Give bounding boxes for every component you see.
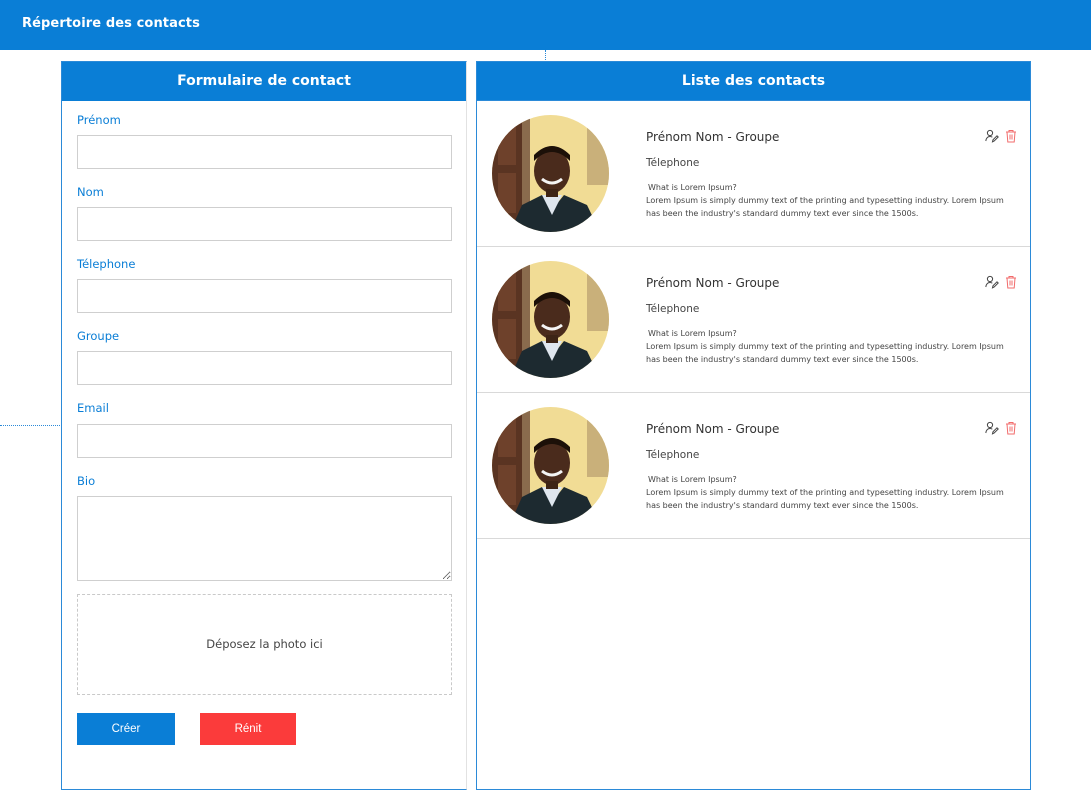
photo-dropzone[interactable]: Déposez la photo ici: [77, 594, 452, 695]
contact-bio-question: What is Lorem Ipsum?: [648, 329, 737, 338]
contact-card: Prénom Nom - Groupe Télephone What is Lo…: [477, 101, 1030, 247]
contact-form-panel: Formulaire de contact Prénom Nom Télepho…: [61, 61, 467, 790]
firstname-label: Prénom: [77, 113, 121, 127]
group-input[interactable]: [77, 351, 452, 385]
top-bar: Répertoire des contacts: [0, 0, 1091, 50]
contact-title: Prénom Nom - Groupe: [646, 276, 780, 290]
contact-phone: Télephone: [646, 449, 700, 461]
reset-button[interactable]: Rénit: [200, 713, 296, 745]
contact-bio: What is Lorem Ipsum? Lorem Ipsum is simp…: [646, 473, 1006, 512]
contact-bio-text: Lorem Ipsum is simply dummy text of the …: [646, 196, 1004, 218]
app-title: Répertoire des contacts: [22, 16, 200, 31]
email-label: Email: [77, 401, 109, 415]
contact-phone: Télephone: [646, 157, 700, 169]
avatar-photo: [492, 261, 609, 378]
avatar: [492, 407, 609, 524]
contact-card: Prénom Nom - Groupe Télephone What is Lo…: [477, 393, 1030, 539]
trash-icon[interactable]: [1005, 129, 1017, 143]
contact-phone: Télephone: [646, 303, 700, 315]
phone-input[interactable]: [77, 279, 452, 313]
trash-icon[interactable]: [1005, 421, 1017, 435]
avatar: [492, 115, 609, 232]
firstname-input[interactable]: [77, 135, 452, 169]
email-input[interactable]: [77, 424, 452, 458]
contact-bio-text: Lorem Ipsum is simply dummy text of the …: [646, 488, 1004, 510]
lastname-input[interactable]: [77, 207, 452, 241]
avatar: [492, 261, 609, 378]
contact-bio-question: What is Lorem Ipsum?: [648, 475, 737, 484]
edit-user-icon[interactable]: [985, 275, 999, 289]
edit-user-icon[interactable]: [985, 421, 999, 435]
contact-bio-text: Lorem Ipsum is simply dummy text of the …: [646, 342, 1004, 364]
trash-icon[interactable]: [1005, 275, 1017, 289]
contact-card: Prénom Nom - Groupe Télephone What is Lo…: [477, 247, 1030, 393]
list-header: Liste des contacts: [477, 62, 1030, 101]
contact-list-panel: Liste des contacts Prénom Nom - Groupe T…: [476, 61, 1031, 790]
contact-title: Prénom Nom - Groupe: [646, 422, 780, 436]
avatar-photo: [492, 115, 609, 232]
form-header: Formulaire de contact: [62, 62, 466, 101]
contact-title: Prénom Nom - Groupe: [646, 130, 780, 144]
avatar-photo: [492, 407, 609, 524]
group-label: Groupe: [77, 329, 120, 343]
contact-bio: What is Lorem Ipsum? Lorem Ipsum is simp…: [646, 181, 1006, 220]
create-button[interactable]: Créer: [77, 713, 175, 745]
bio-label: Bio: [77, 474, 96, 488]
edit-user-icon[interactable]: [985, 129, 999, 143]
lastname-label: Nom: [77, 185, 104, 199]
contact-bio: What is Lorem Ipsum? Lorem Ipsum is simp…: [646, 327, 1006, 366]
contact-bio-question: What is Lorem Ipsum?: [648, 183, 737, 192]
phone-label: Télephone: [77, 257, 136, 271]
dropzone-text: Déposez la photo ici: [206, 637, 323, 651]
guide-line-horizontal: [0, 425, 60, 426]
bio-textarea[interactable]: [77, 496, 452, 581]
